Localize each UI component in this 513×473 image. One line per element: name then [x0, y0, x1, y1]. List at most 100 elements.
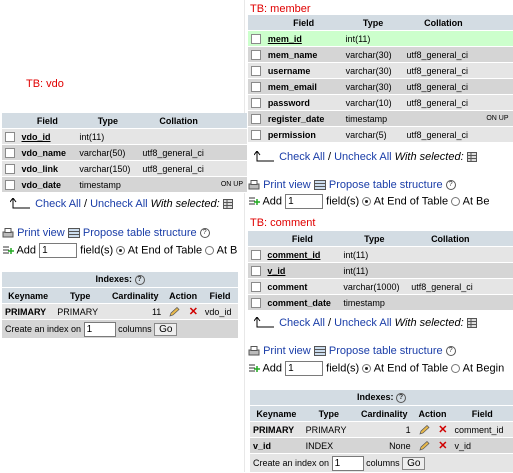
field-extra [217, 128, 247, 145]
propose-structure-link[interactable]: Propose table structure [329, 345, 443, 357]
row-checkbox[interactable] [251, 249, 262, 260]
print-icon [248, 345, 260, 356]
field-name: permission [264, 126, 343, 143]
index-type: PRIMARY [302, 421, 355, 438]
slash: / [83, 198, 88, 210]
at-beginning-radio[interactable] [205, 246, 215, 255]
field-collation [403, 30, 484, 47]
edit-icon[interactable] [418, 440, 430, 451]
help-icon[interactable]: ? [445, 180, 456, 191]
field-extra [483, 30, 513, 47]
table-row: comment_id int(11) [248, 246, 513, 263]
row-checkbox[interactable] [5, 131, 16, 142]
comment-add-field-bar: Add field(s) At End of Table At Begin [248, 361, 504, 376]
add-count-input[interactable] [285, 194, 324, 209]
help-icon[interactable]: ? [445, 346, 456, 357]
field-name: mem_name [264, 46, 343, 63]
create-index-input[interactable] [83, 321, 116, 337]
comment-print-toolbar: Print view Propose table structure ? [248, 345, 456, 357]
add-count-input[interactable] [285, 361, 324, 376]
table-row: register_date timestamp ON UP [248, 110, 513, 127]
at-beginning-radio[interactable] [451, 364, 461, 373]
table-label-comment: TB: comment [250, 217, 316, 229]
table-row: password varchar(10) utf8_general_ci [248, 94, 513, 111]
delete-icon[interactable]: ✕ [438, 440, 447, 452]
with-selected-label: With selected: [150, 198, 220, 210]
print-view-link[interactable]: Print view [17, 227, 65, 239]
table-row: username varchar(30) utf8_general_ci [248, 62, 513, 79]
field-name: vdo_date [18, 176, 77, 193]
row-checkbox[interactable] [251, 129, 262, 140]
field-name[interactable]: mem_id [264, 30, 343, 47]
table-row: v_id int(11) [248, 262, 513, 279]
table-row: vdo_name varchar(50) utf8_general_ci [2, 144, 247, 161]
uncheck-all-link[interactable]: Uncheck All [334, 151, 391, 163]
print-view-link[interactable]: Print view [263, 179, 311, 191]
field-name: comment [264, 278, 341, 295]
field-name: vdo_name [18, 144, 77, 161]
uncheck-all-link[interactable]: Uncheck All [334, 317, 391, 329]
member-add-field-bar: Add field(s) At End of Table At Be [248, 194, 490, 209]
row-checkbox[interactable] [5, 147, 16, 158]
row-checkbox[interactable] [251, 49, 262, 60]
row-checkbox[interactable] [251, 113, 262, 124]
propose-structure-link[interactable]: Propose table structure [329, 179, 443, 191]
vdo-structure-table: Field Type Collation vdo_id int(11) vdo_… [2, 113, 247, 193]
go-button[interactable]: Go [402, 456, 426, 470]
help-icon[interactable]: ? [396, 392, 407, 403]
field-name: username [264, 62, 343, 79]
field-name[interactable]: v_id [264, 262, 341, 279]
add-count-input[interactable] [39, 243, 78, 258]
header-checkbox [248, 231, 265, 247]
table-row: v_id INDEX None ✕ v_id [250, 437, 513, 454]
row-checkbox[interactable] [5, 179, 16, 190]
comment-indexes-table: Indexes: ? Keyname Type Cardinality Acti… [250, 390, 513, 473]
print-icon [2, 227, 14, 238]
table-row: PRIMARY PRIMARY 11 ✕ vdo_id [2, 303, 238, 320]
field-name[interactable]: comment_id [264, 246, 341, 263]
row-checkbox[interactable] [251, 281, 262, 292]
row-checkbox[interactable] [251, 97, 262, 108]
at-end-radio[interactable] [362, 364, 372, 373]
table-icon[interactable] [466, 152, 477, 163]
field-type: int(11) [340, 262, 409, 279]
at-end-radio[interactable] [116, 246, 126, 255]
table-row: mem_name varchar(30) utf8_general_ci [248, 46, 513, 63]
field-type: varchar(10) [342, 94, 404, 111]
delete-icon[interactable]: ✕ [438, 424, 447, 436]
header-type: Type [76, 113, 140, 129]
field-name[interactable]: vdo_id [18, 128, 77, 145]
create-index-label: Create an index on [253, 457, 330, 468]
row-checkbox[interactable] [251, 33, 262, 44]
row-checkbox[interactable] [251, 297, 262, 308]
table-icon[interactable] [222, 199, 233, 210]
field-name: mem_email [264, 78, 343, 95]
vdo-add-field-bar: Add field(s) At End of Table At B [2, 243, 237, 258]
check-all-link[interactable]: Check All [35, 198, 81, 210]
check-all-link[interactable]: Check All [279, 151, 325, 163]
field-extra [483, 62, 513, 79]
table-icon[interactable] [466, 318, 477, 329]
row-checkbox[interactable] [251, 265, 262, 276]
edit-icon[interactable] [418, 424, 430, 435]
at-end-label: At End of Table [373, 195, 449, 208]
check-all-link[interactable]: Check All [279, 317, 325, 329]
row-checkbox[interactable] [251, 81, 262, 92]
print-view-link[interactable]: Print view [263, 345, 311, 357]
edit-icon[interactable] [168, 306, 180, 317]
help-icon[interactable]: ? [134, 274, 145, 285]
at-beginning-radio[interactable] [451, 197, 461, 206]
delete-icon[interactable]: ✕ [189, 306, 198, 318]
field-collation [408, 262, 493, 279]
field-type: varchar(150) [76, 160, 140, 177]
row-checkbox[interactable] [251, 65, 262, 76]
add-field-icon [3, 246, 14, 254]
help-icon[interactable]: ? [199, 228, 210, 239]
uncheck-all-link[interactable]: Uncheck All [90, 198, 147, 210]
go-button[interactable]: Go [154, 322, 178, 336]
propose-structure-link[interactable]: Propose table structure [83, 227, 197, 239]
row-checkbox[interactable] [5, 163, 16, 174]
create-index-input[interactable] [331, 455, 364, 471]
propose-structure-icon [67, 228, 80, 239]
at-end-radio[interactable] [362, 197, 372, 206]
